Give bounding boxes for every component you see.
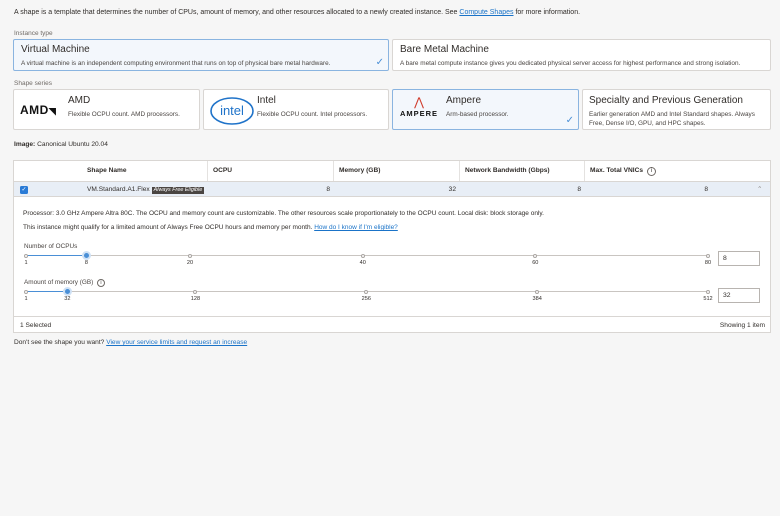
header-ocpu[interactable]: OCPU [208,161,334,181]
image-info: Image: Canonical Ubuntu 20.04 [14,141,108,148]
header-spacer [14,161,82,181]
instance-type-bare-metal[interactable]: Bare Metal Machine A bare metal compute … [392,39,771,71]
card-title: Intel [257,95,276,106]
checkmark-icon: ✓ [565,115,574,126]
eligibility-link[interactable]: How do I know if I'm eligible? [314,224,398,231]
table-footer-divider [14,316,770,317]
ocpu-slider-track[interactable] [26,255,708,256]
selected-count: 1 Selected [20,322,52,329]
instance-type-label: Instance type [14,30,53,37]
header-vnics[interactable]: Max. Total VNICs i [585,161,770,181]
shape-name: VM.Standard.A1.Flex [87,186,150,193]
intro-suffix: for more information. [515,9,581,16]
card-description: Flexible OCPU count. Intel processors. [257,111,368,118]
memory-cell: 32 [448,186,456,193]
svg-text:intel: intel [220,103,244,118]
ocpu-tick-mark [360,253,365,258]
header-vnics-label: Max. Total VNICs [590,167,644,174]
card-title: Specialty and Previous Generation [589,95,743,106]
processor-description: Processor: 3.0 GHz Ampere Altra 80C. The… [23,210,544,217]
memory-tick-mark [535,289,540,294]
service-limits-link[interactable]: View your service limits and request an … [106,339,247,346]
memory-slider-fill [26,290,68,293]
shape-series-ampere[interactable]: ⋀ AMPERE Ampere Arm-based processor. ✓ [392,89,579,130]
table-row[interactable]: ✓ VM.Standard.A1.Flex Always Free Eligibl… [14,181,770,197]
card-description: Earlier generation AMD and Intel Standar… [589,111,755,127]
ocpu-tick-mark [188,253,193,258]
collapse-chevron-icon[interactable]: ⌃ [757,182,763,197]
memory-tick-label: 1 [24,296,28,302]
ocpu-tick-label: 60 [532,260,539,266]
card-description: A bare metal compute instance gives you … [400,60,741,67]
card-title: Virtual Machine [21,44,90,55]
image-value: Canonical Ubuntu 20.04 [37,141,108,148]
header-memory[interactable]: Memory (GB) [334,161,460,181]
info-icon[interactable]: i [646,167,656,176]
shape-series-intel[interactable]: intel Intel Flexible OCPU count. Intel p… [203,89,389,130]
ocpu-tick-mark [24,253,28,258]
amd-logo: AMD◥ [20,103,57,117]
ocpu-slider-label: Number of OCPUs [24,243,78,250]
free-tier-note: This instance might qualify for a limite… [23,224,398,231]
ocpu-tick-label: 1 [24,260,28,266]
bandwidth-cell: 8 [577,186,581,193]
ocpu-tick-label: 20 [186,260,194,266]
ocpu-slider-fill [26,254,87,257]
card-description: Arm-based processor. [446,111,509,118]
ocpu-tick-mark [533,253,538,258]
memory-tick-label: 384 [532,296,542,302]
header-shape-name[interactable]: Shape Name [82,161,208,181]
shape-series-specialty[interactable]: Specialty and Previous Generation Earlie… [582,89,771,130]
card-title: AMD [68,95,91,106]
ocpu-slider[interactable]: 1 8 20 40 60 80 [24,250,712,272]
shape-series-amd[interactable]: AMD◥ AMD Flexible OCPU count. AMD proces… [13,89,200,130]
checkmark-icon: ✓ [375,57,384,68]
memory-input[interactable]: 32 [718,288,760,303]
ocpu-cell: 8 [326,186,330,193]
card-title: Ampere [446,95,482,106]
memory-slider[interactable]: 1 32 128 256 384 512 [24,286,713,308]
free-tier-text: This instance might qualify for a limite… [23,224,313,231]
shape-table: Shape Name OCPU Memory (GB) Network Band… [13,160,771,333]
memory-tick-label: 128 [190,296,201,302]
shape-series-label: Shape series [14,80,52,87]
always-free-badge: Always Free Eligible [151,187,205,194]
memory-slider-handle[interactable] [62,286,72,296]
ocpu-input[interactable]: 8 [718,251,760,266]
ampere-logo: ⋀ AMPERE [399,95,439,119]
memory-slider-label-text: Amount of memory (GB) [24,279,94,286]
ocpu-tick-label: 40 [359,260,366,266]
header-bandwidth[interactable]: Network Bandwidth (Gbps) [460,161,585,181]
ocpu-tick-label: 80 [704,260,712,266]
memory-tick-label: 512 [703,296,713,302]
memory-tick-label: 32 [64,296,71,302]
instance-type-virtual-machine[interactable]: Virtual Machine A virtual machine is an … [13,39,389,71]
service-limits-note: Don't see the shape you want? View your … [14,339,247,346]
card-description: A virtual machine is an independent comp… [21,60,331,67]
intel-logo: intel [209,95,255,129]
memory-tick-mark [364,289,369,294]
item-count: Showing 1 item [719,322,765,329]
memory-tick-mark [24,289,28,294]
vnics-cell: 8 [704,186,708,193]
card-title: Bare Metal Machine [400,44,489,55]
service-limits-text: Don't see the shape you want? [14,339,105,346]
intro-sentence: A shape is a template that determines th… [14,9,458,16]
row-checkbox[interactable]: ✓ [20,186,28,194]
memory-tick-mark [706,289,710,294]
card-description: Flexible OCPU count. AMD processors. [68,111,180,118]
intro-text: A shape is a template that determines th… [14,9,580,16]
ocpu-slider-handle[interactable] [81,250,91,260]
compute-shapes-link[interactable]: Compute Shapes [459,9,513,16]
shape-name-cell: VM.Standard.A1.Flex Always Free Eligible [87,182,205,197]
image-label: Image: [14,141,36,148]
ocpu-tick-label: 8 [84,260,88,266]
memory-tick-label: 256 [361,296,371,302]
ocpu-tick-mark [706,253,710,258]
